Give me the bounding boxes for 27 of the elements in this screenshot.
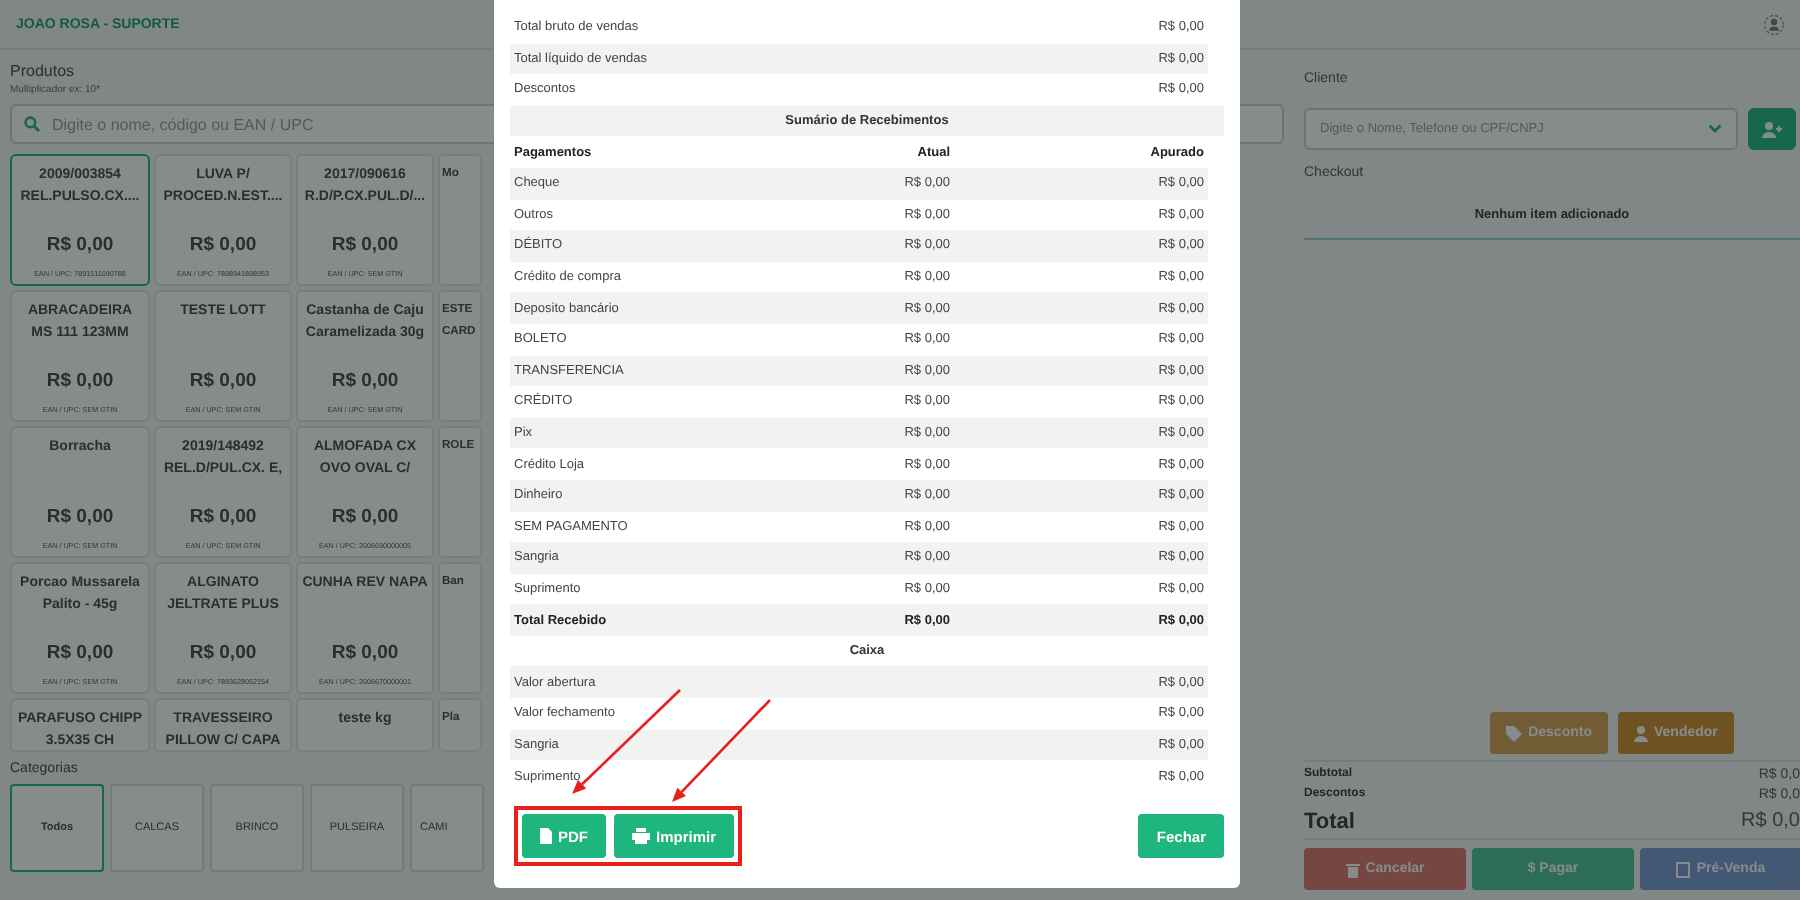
product-price: R$ 0,00 xyxy=(189,370,257,392)
file-icon xyxy=(540,828,552,844)
user-avatar-icon[interactable] xyxy=(1764,13,1784,35)
printer-icon xyxy=(632,828,650,844)
product-price: R$ 0,00 xyxy=(331,506,399,528)
total-value: R$ 0,0 xyxy=(1741,810,1800,834)
chevron-down-icon xyxy=(1708,124,1722,134)
product-price: R$ 0,00 xyxy=(46,370,114,392)
search-icon xyxy=(24,116,40,132)
annotation-arrow xyxy=(672,699,771,802)
product-price: R$ 0,00 xyxy=(46,642,114,664)
add-client-button[interactable] xyxy=(1748,108,1796,150)
product-price: R$ 0,00 xyxy=(46,234,114,256)
product-price: R$ 0,00 xyxy=(331,642,399,664)
total-label: Total xyxy=(1304,810,1355,834)
trash-icon xyxy=(1345,861,1360,877)
tag-icon xyxy=(1506,725,1523,741)
product-price: R$ 0,00 xyxy=(189,234,257,256)
document-icon xyxy=(1676,861,1691,877)
person-icon xyxy=(1634,725,1648,741)
add-user-icon xyxy=(1762,121,1782,137)
product-price: R$ 0,00 xyxy=(189,506,257,528)
product-price: R$ 0,00 xyxy=(189,642,257,664)
products-title: Produtos xyxy=(10,62,77,80)
product-price: R$ 0,00 xyxy=(331,370,399,392)
product-price: R$ 0,00 xyxy=(331,234,399,256)
product-price: R$ 0,00 xyxy=(46,506,114,528)
